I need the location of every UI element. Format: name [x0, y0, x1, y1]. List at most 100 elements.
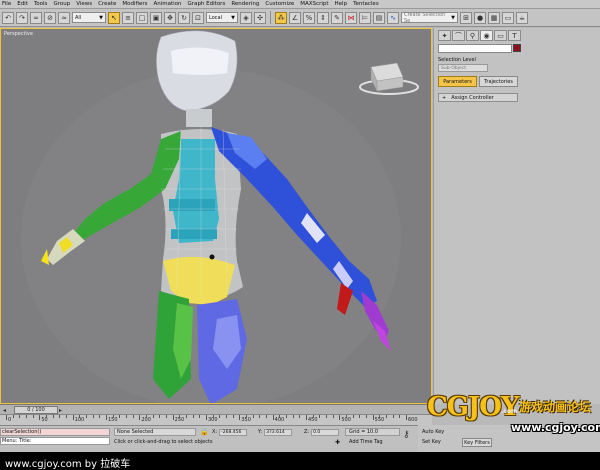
ruler-minor-tick [326, 415, 327, 418]
menu-item-file[interactable]: File [2, 1, 11, 7]
menu-item-group[interactable]: Group [53, 1, 70, 7]
rendered-frame-icon[interactable]: ▭ [502, 11, 514, 24]
angle-snap-icon[interactable]: ∠ [289, 11, 301, 24]
create-tab-icon[interactable]: ✦ [438, 30, 451, 41]
time-prev-icon[interactable]: ◂ [3, 407, 6, 414]
display-tab-icon[interactable]: ▭ [494, 30, 507, 41]
x-value-field[interactable]: -268.456 [219, 428, 248, 436]
menu-item-help[interactable]: Help [335, 1, 348, 7]
track-bar-ruler[interactable]: 0 50 100 150 200 250 300 350 400 450 500 550 600 [0, 414, 432, 425]
menu-item-tools[interactable]: Tools [34, 1, 48, 7]
set-key-button[interactable]: Set Key [422, 439, 441, 445]
select-rotate-icon[interactable]: ↻ [178, 11, 190, 24]
selection-filter-dropdown[interactable]: All ▼ [72, 12, 106, 23]
layer-manager-icon[interactable]: ▤ [373, 11, 385, 24]
modify-tab-icon[interactable]: ⌒ [452, 30, 465, 41]
edit-named-sets-icon[interactable]: ✎ [331, 11, 343, 24]
redo-icon[interactable]: ↷ [16, 11, 28, 24]
hierarchy-tab-icon[interactable]: ⚲ [466, 30, 479, 41]
bind-space-warp-icon[interactable]: ≈ [58, 11, 70, 24]
undo-icon[interactable]: ↶ [2, 11, 14, 24]
ruler-minor-tick [399, 415, 401, 418]
ruler-minor-tick [359, 415, 361, 418]
select-move-icon[interactable]: ✥ [164, 11, 176, 24]
menu-item-customize[interactable]: Customize [265, 1, 294, 7]
perspective-viewport[interactable]: Perspective [0, 28, 432, 404]
maxscript-input-line[interactable]: Menu: Title: [0, 437, 110, 445]
ruler-major-tick [6, 415, 7, 420]
select-object-icon[interactable]: ↖ [108, 11, 120, 24]
snaps-toggle-icon[interactable]: ⁂ [275, 11, 287, 24]
menu-item-views[interactable]: Views [76, 1, 92, 7]
curve-editor-icon[interactable]: ∿ [387, 11, 399, 24]
ruler-minor-tick [86, 415, 87, 418]
ruler-minor-tick [19, 415, 21, 418]
y-coordinate: Y: 373.614 [258, 428, 293, 436]
material-editor-icon[interactable]: ● [474, 11, 486, 24]
watermark-url: www.cgjoy.com [511, 421, 600, 434]
viewcube[interactable] [359, 62, 419, 95]
menu-item-animation[interactable]: Animation [154, 1, 182, 7]
ruler-minor-tick [312, 415, 314, 418]
spinner-snap-icon[interactable]: ⇕ [317, 11, 329, 24]
parameters-tab[interactable]: Parameters [438, 76, 477, 87]
select-scale-icon[interactable]: ⊡ [192, 11, 204, 24]
menu-item-edit[interactable]: Edit [17, 1, 28, 7]
key-filters-button[interactable]: Key Filters [462, 438, 492, 447]
unlink-icon[interactable]: ⊘ [44, 11, 56, 24]
menu-item-graph-editors[interactable]: Graph Editors [188, 1, 226, 7]
menu-item-modifiers[interactable]: Modifiers [122, 1, 147, 7]
schematic-view-icon[interactable]: ⊞ [460, 11, 472, 24]
object-color-swatch[interactable] [513, 44, 521, 52]
link-icon[interactable]: ∞ [30, 11, 42, 24]
utilities-tab-icon[interactable]: T [508, 30, 521, 41]
footer-credit: www.cgjoy.com by 拉破车 [5, 459, 131, 470]
assign-controller-rollout[interactable]: + Assign Controller [438, 93, 518, 102]
menu-item-create[interactable]: Create [98, 1, 116, 7]
z-coordinate: Z: 0.0 [304, 428, 340, 436]
render-production-icon[interactable]: ☕ [516, 11, 528, 24]
ruler-major-tick [306, 415, 307, 420]
pivot-center-icon[interactable]: ◈ [240, 11, 252, 24]
maxscript-listener-line[interactable]: clearSelection() [0, 428, 110, 436]
x-label: X: [212, 429, 218, 435]
ruler-minor-tick [332, 415, 334, 418]
mirror-icon[interactable]: ⋈ [345, 11, 357, 24]
ruler-major-tick [239, 415, 241, 420]
sub-object-dropdown[interactable]: Sub-Object [438, 64, 488, 72]
window-crossing-icon[interactable]: ▣ [150, 11, 162, 24]
menu-item-maxscript[interactable]: MAXScript [300, 1, 328, 7]
menu-item-rendering[interactable]: Rendering [231, 1, 259, 7]
named-selection-sets-dropdown[interactable]: Create Selection Se ▼ [401, 12, 458, 24]
select-by-name-icon[interactable]: ≡ [122, 11, 134, 24]
ruler-minor-tick [199, 415, 201, 418]
ruler-major-tick [272, 415, 274, 420]
object-name-field[interactable] [438, 44, 512, 53]
ruler-minor-tick [12, 415, 14, 418]
ruler-minor-tick [159, 415, 161, 418]
percent-snap-icon[interactable]: % [303, 11, 315, 24]
y-value-field[interactable]: 373.614 [264, 428, 293, 436]
selection-level-label: Selection Level [438, 57, 476, 63]
z-value-field[interactable]: 0.0 [311, 428, 340, 436]
selection-lock-icon[interactable]: 🔒 [200, 428, 209, 436]
align-icon[interactable]: ⊨ [359, 11, 371, 24]
ruler-major-tick [139, 415, 141, 420]
ruler-minor-tick [212, 415, 214, 418]
rect-selection-icon[interactable]: □ [136, 11, 148, 24]
motion-tab-icon[interactable]: ◉ [480, 30, 493, 41]
render-setup-icon[interactable]: ▦ [488, 11, 500, 24]
ruler-minor-tick [219, 415, 221, 418]
ref-coord-dropdown[interactable]: Local ▼ [206, 12, 238, 23]
key-icon[interactable]: ⚷ [403, 430, 410, 440]
menu-item-tentacles[interactable]: Tentacles [353, 1, 379, 7]
trajectories-tab[interactable]: Trajectories [479, 76, 518, 87]
add-time-tag-button[interactable]: Add Time Tag [349, 439, 383, 445]
ruler-minor-tick [152, 415, 154, 418]
manipulate-icon[interactable]: ✣ [254, 11, 266, 24]
viewport-label[interactable]: Perspective [4, 31, 33, 37]
rollout-expand-icon: + [442, 94, 447, 101]
ruler-minor-tick [179, 415, 181, 418]
time-next-icon[interactable]: ▸ [59, 407, 62, 414]
time-slider[interactable]: 0 / 100 [14, 406, 58, 414]
